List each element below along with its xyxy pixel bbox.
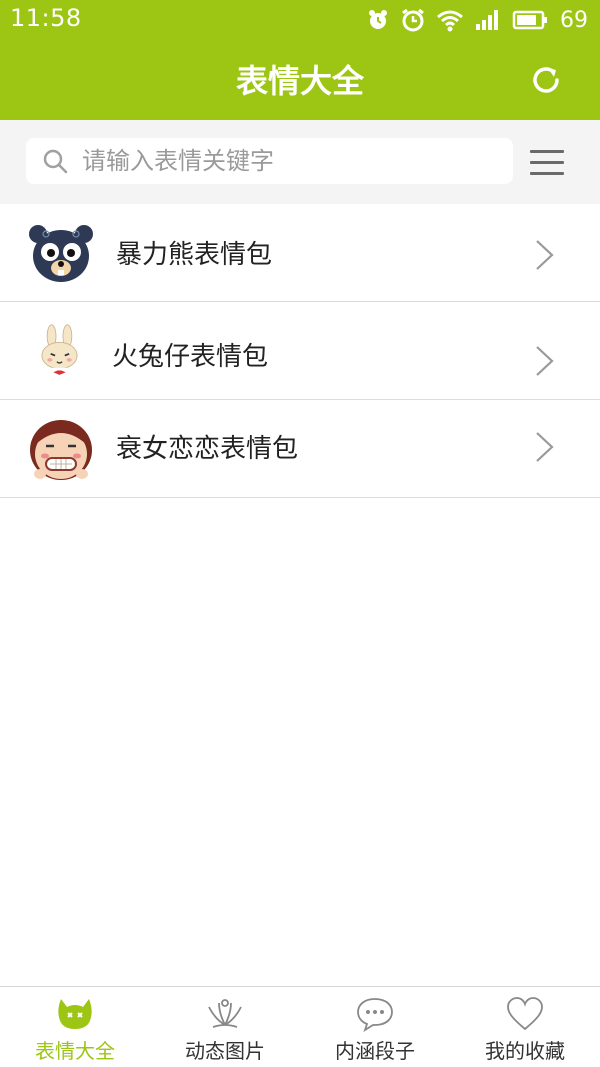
status-bar: 11:58 69	[0, 0, 600, 40]
heart-icon	[507, 997, 543, 1031]
alarm-app-icon	[369, 10, 387, 29]
bottom-navigation: 表情大全 动态图片 内涵段子 我的收藏	[0, 986, 600, 1067]
menu-button[interactable]	[530, 150, 564, 176]
bear-avatar-icon	[29, 225, 93, 282]
title-bar: 表情大全	[0, 40, 600, 120]
animated-image-icon	[208, 999, 242, 1028]
status-icons: 69	[366, 4, 588, 36]
nav-tab-favorites[interactable]: 我的收藏	[450, 987, 600, 1067]
signal-icon	[476, 10, 498, 30]
search-bar-area	[0, 120, 600, 204]
battery-level: 69	[560, 7, 588, 33]
list-item-label: 火兔仔表情包	[112, 342, 269, 372]
sticker-pack-list: 暴力熊表情包 火兔仔表情包 衰女恋恋表情包	[0, 204, 600, 498]
nav-tab-jokes[interactable]: 内涵段子	[300, 987, 450, 1067]
search-input[interactable]	[82, 138, 502, 184]
nav-tab-label: 表情大全	[35, 1039, 115, 1063]
rabbit-avatar-icon	[41, 324, 78, 375]
list-item[interactable]: 暴力熊表情包	[0, 204, 600, 302]
refresh-icon	[533, 67, 559, 93]
nav-tab-label: 动态图片	[185, 1039, 265, 1063]
search-icon	[43, 149, 68, 174]
battery-icon	[512, 10, 547, 30]
girl-avatar-icon	[30, 420, 92, 480]
nav-tab-label: 内涵段子	[335, 1039, 415, 1063]
list-item-label: 暴力熊表情包	[116, 240, 273, 270]
chevron-right-icon	[536, 240, 554, 270]
chat-bubble-icon	[357, 998, 393, 1033]
chevron-right-icon	[536, 432, 554, 462]
list-item-label: 衰女恋恋表情包	[116, 434, 299, 464]
wifi-icon	[437, 10, 463, 32]
chevron-right-icon	[536, 346, 554, 376]
nav-tab-emoji[interactable]: 表情大全	[0, 987, 150, 1067]
nav-tab-label: 我的收藏	[485, 1039, 565, 1063]
alarm-clock-icon	[402, 8, 424, 32]
menu-icon	[530, 150, 564, 153]
search-box[interactable]	[26, 138, 513, 184]
page-title: 表情大全	[235, 62, 364, 100]
emoji-face-icon	[58, 999, 92, 1029]
status-time: 11:58	[10, 4, 82, 32]
list-item[interactable]: 火兔仔表情包	[0, 302, 600, 400]
nav-tab-animated[interactable]: 动态图片	[150, 987, 300, 1067]
list-item[interactable]: 衰女恋恋表情包	[0, 400, 600, 498]
refresh-button[interactable]	[528, 62, 564, 98]
